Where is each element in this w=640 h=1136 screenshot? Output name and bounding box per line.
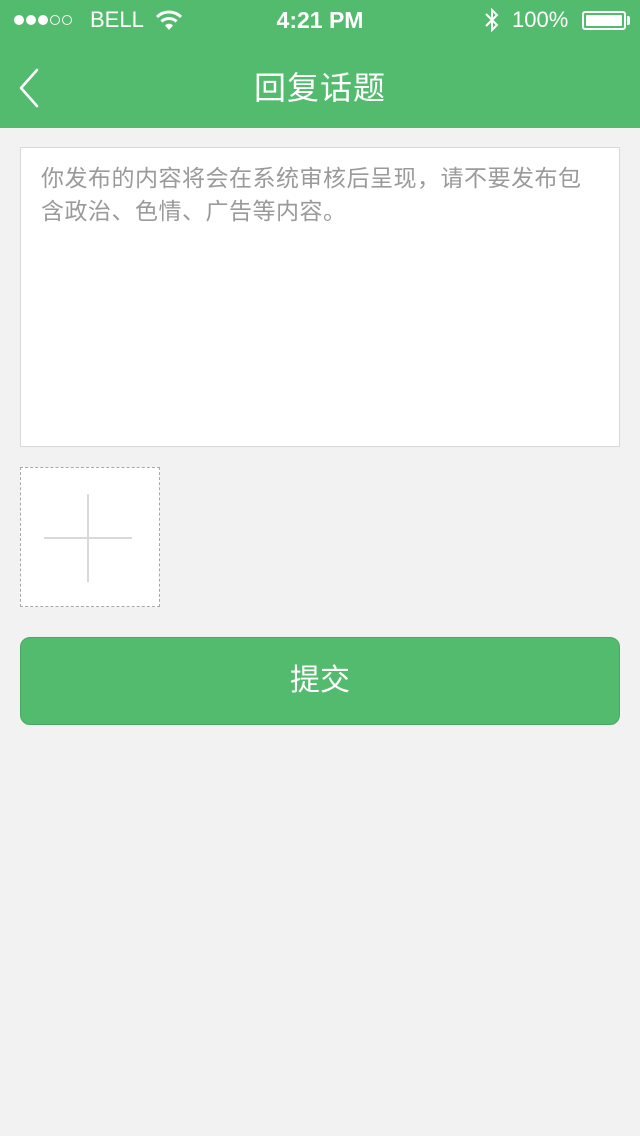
submit-button[interactable]: 提交 (20, 637, 620, 725)
header-bar: BELL 4:21 PM 100% 回复话题 (0, 0, 640, 128)
reply-placeholder: 你发布的内容将会在系统审核后呈现，请不要发布包含政治、色情、广告等内容。 (41, 166, 582, 225)
battery-icon (582, 11, 626, 30)
page-title: 回复话题 (253, 69, 386, 107)
bluetooth-icon (485, 8, 499, 32)
status-bar: BELL 4:21 PM 100% (0, 0, 640, 40)
add-image-button[interactable] (20, 467, 160, 607)
reply-content-input[interactable]: 你发布的内容将会在系统审核后呈现，请不要发布包含政治、色情、广告等内容。 (20, 147, 620, 447)
battery-percentage: 100% (512, 7, 569, 32)
